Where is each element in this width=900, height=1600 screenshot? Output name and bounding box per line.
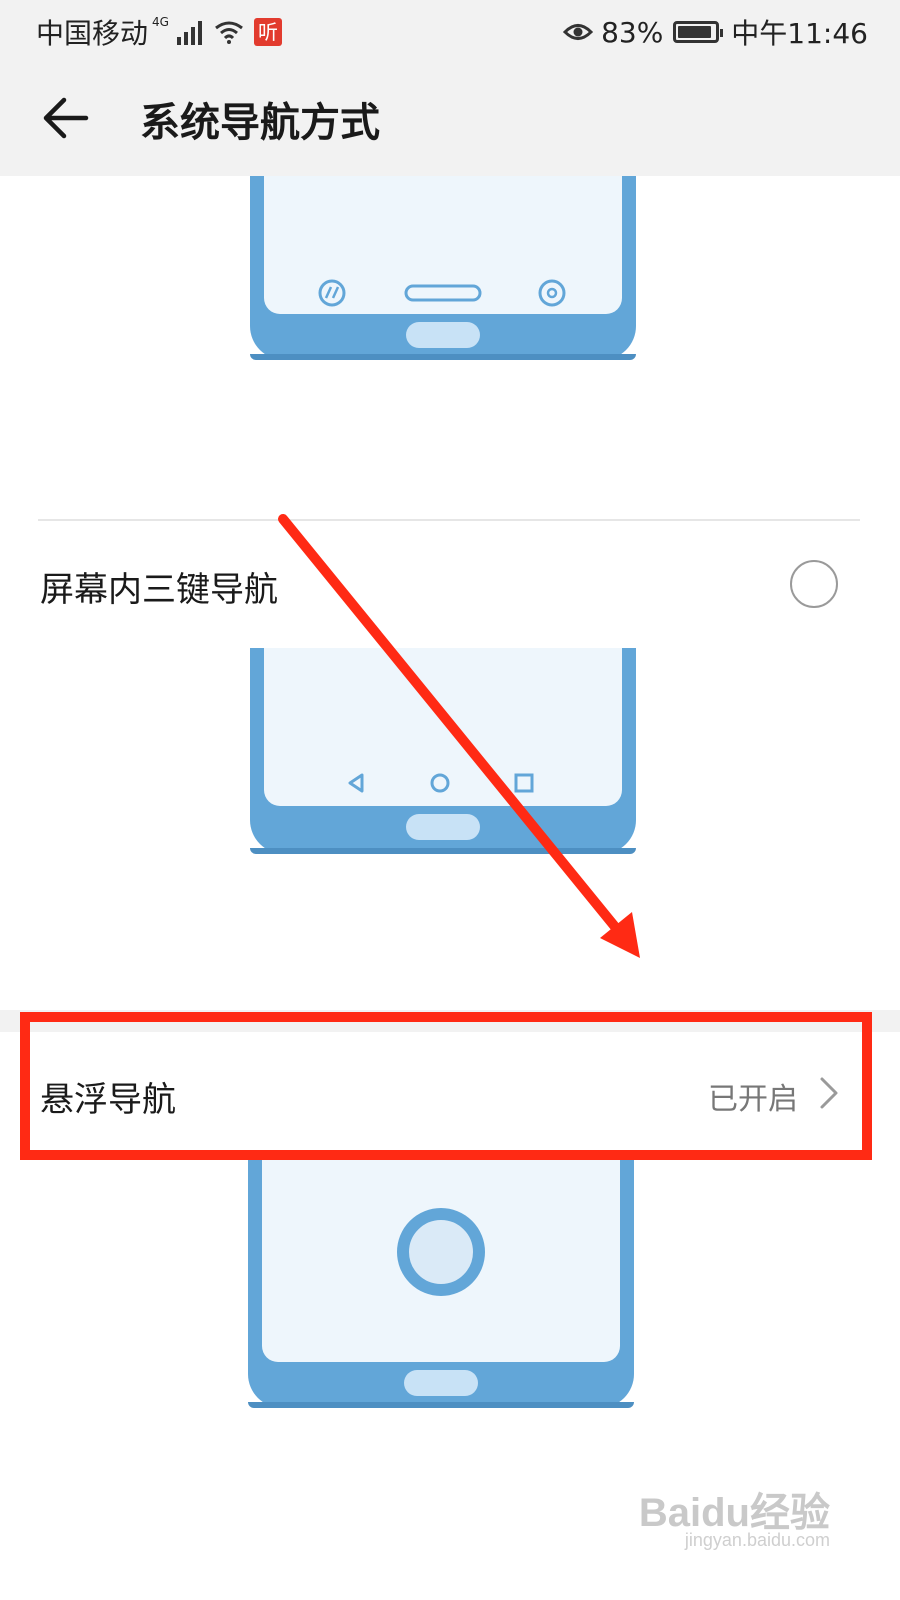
phone-home-button	[404, 1370, 478, 1396]
three-key-nav-radio[interactable]	[790, 560, 838, 608]
status-bar: 中国移动 4G 听 83% 中午11:46	[0, 0, 900, 60]
network-type: 4G	[152, 15, 169, 29]
battery-icon	[673, 21, 724, 43]
eye-comfort-icon	[563, 24, 594, 40]
status-left: 中国移动 4G 听	[36, 12, 282, 52]
divider	[38, 519, 860, 521]
signal-icon	[176, 19, 202, 45]
app-bar: 系统导航方式	[0, 60, 900, 176]
carrier-label: 中国移动	[36, 17, 149, 50]
three-key-nav-label[interactable]: 屏幕内三键导航	[40, 562, 278, 611]
wifi-icon	[215, 21, 243, 44]
battery-percent: 83%	[601, 15, 664, 49]
three-key-nav-illustration	[250, 648, 636, 854]
phone-home-button	[406, 322, 480, 348]
phone-home-button	[406, 814, 480, 840]
annotation-highlight-box	[20, 1012, 872, 1160]
page-title: 系统导航方式	[140, 100, 380, 146]
clock: 中午11:46	[731, 17, 868, 50]
watermark-url: jingyan.baidu.com	[684, 1530, 830, 1550]
floating-nav-illustration	[248, 1160, 634, 1408]
gesture-nav-illustration	[250, 176, 636, 360]
arrow-left-icon[interactable]	[40, 90, 96, 146]
app-notification-icon: 听	[253, 18, 282, 46]
status-right: 83% 中午11:46	[563, 12, 868, 52]
